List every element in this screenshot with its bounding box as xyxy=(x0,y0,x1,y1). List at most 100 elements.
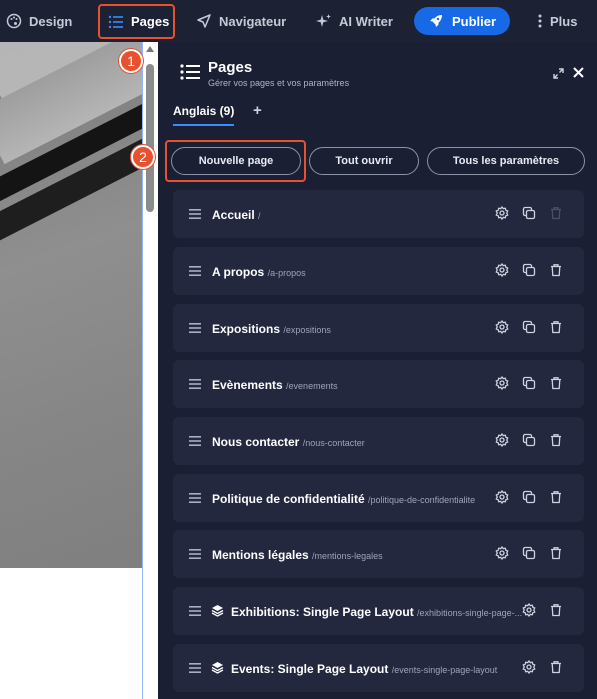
drag-handle-icon[interactable] xyxy=(189,379,201,389)
navigation-arrow-icon xyxy=(197,14,211,28)
drag-handle-icon[interactable] xyxy=(189,323,201,333)
settings-icon[interactable] xyxy=(495,263,509,277)
page-name: Exhibitions: Single Page Layout xyxy=(231,605,414,619)
step-badge-1: 1 xyxy=(119,49,143,73)
page-row[interactable]: Expositions /expositions xyxy=(173,304,584,352)
vertical-dots-icon xyxy=(538,14,542,28)
page-title[interactable]: Politique de confidentialité /politique-… xyxy=(212,492,475,506)
settings-icon[interactable] xyxy=(495,433,509,447)
duplicate-icon[interactable] xyxy=(522,433,536,447)
pages-panel: Pages Gérer vos pages et vos paramètres … xyxy=(158,42,597,699)
settings-icon[interactable] xyxy=(522,603,536,617)
trash-icon[interactable] xyxy=(549,490,563,504)
page-name: Accueil xyxy=(212,208,255,222)
rocket-icon xyxy=(429,15,442,27)
add-language-button[interactable]: + xyxy=(253,102,262,119)
page-slug: /a-propos xyxy=(267,268,306,278)
hero-image xyxy=(0,42,143,568)
page-row[interactable]: A propos /a-propos xyxy=(173,247,584,295)
settings-icon[interactable] xyxy=(495,490,509,504)
palette-icon xyxy=(6,13,22,29)
page-row[interactable]: Accueil / xyxy=(173,190,584,238)
drag-handle-icon[interactable] xyxy=(189,663,201,673)
page-slug: /events-single-page-layout xyxy=(391,665,498,675)
close-icon[interactable] xyxy=(572,66,585,79)
trash-icon[interactable] xyxy=(549,320,563,334)
navigator-menu[interactable]: Navigateur xyxy=(196,0,286,42)
page-title[interactable]: A propos /a-propos xyxy=(212,265,306,279)
settings-icon[interactable] xyxy=(495,320,509,334)
page-title[interactable]: Events: Single Page Layout /events-singl… xyxy=(231,662,497,676)
list-icon xyxy=(108,15,123,28)
ai-writer-label: AI Writer xyxy=(339,13,393,29)
tab-language-english[interactable]: Anglais (9) xyxy=(173,104,235,126)
page-title[interactable]: Accueil / xyxy=(212,208,261,222)
more-menu[interactable]: Plus xyxy=(537,0,577,42)
new-page-button[interactable]: Nouvelle page xyxy=(171,147,301,175)
scroll-up-arrow-icon[interactable] xyxy=(146,46,154,52)
list-icon xyxy=(180,64,200,80)
pages-label: Pages xyxy=(131,14,170,29)
settings-icon[interactable] xyxy=(522,660,536,674)
page-row[interactable]: Exhibitions: Single Page Layout /exhibit… xyxy=(173,587,584,635)
pages-menu[interactable]: Pages xyxy=(98,4,175,39)
duplicate-icon[interactable] xyxy=(522,546,536,560)
duplicate-icon[interactable] xyxy=(522,320,536,334)
page-title[interactable]: Expositions /expositions xyxy=(212,322,331,336)
settings-icon[interactable] xyxy=(495,376,509,390)
drag-handle-icon[interactable] xyxy=(189,209,201,219)
trash-icon[interactable] xyxy=(549,433,563,447)
drag-handle-icon[interactable] xyxy=(189,436,201,446)
publish-label: Publier xyxy=(451,13,497,29)
duplicate-icon[interactable] xyxy=(522,263,536,277)
duplicate-icon[interactable] xyxy=(522,490,536,504)
trash-icon[interactable] xyxy=(549,546,563,560)
page-name: Expositions xyxy=(212,322,281,336)
design-menu[interactable]: Design xyxy=(6,0,72,42)
page-title[interactable]: Exhibitions: Single Page Layout /exhibit… xyxy=(231,605,522,619)
page-row[interactable]: Events: Single Page Layout /events-singl… xyxy=(173,644,584,692)
page-title[interactable]: Nous contacter /nous-contacter xyxy=(212,435,365,449)
settings-icon[interactable] xyxy=(495,206,509,220)
page-row[interactable]: Mentions légales /mentions-legales xyxy=(173,530,584,578)
page-slug: /nous-contacter xyxy=(302,438,365,448)
page-name: Events: Single Page Layout xyxy=(231,662,389,676)
page-slug: /mentions-legales xyxy=(312,551,383,561)
page-name: Evènements xyxy=(212,378,283,392)
layers-icon xyxy=(211,662,224,674)
page-slug: / xyxy=(258,211,261,221)
publish-button[interactable]: Publier xyxy=(414,7,510,35)
page-slug: /politique-de-confidentialite xyxy=(368,495,476,505)
page-title[interactable]: Evènements /evenements xyxy=(212,378,338,392)
top-toolbar: Design Pages Navigateur AI Writer Publie… xyxy=(0,0,597,42)
page-row[interactable]: Nous contacter /nous-contacter xyxy=(173,417,584,465)
drag-handle-icon[interactable] xyxy=(189,549,201,559)
open-all-button[interactable]: Tout ouvrir xyxy=(309,147,419,175)
all-settings-button[interactable]: Tous les paramètres xyxy=(427,147,585,175)
trash-icon[interactable] xyxy=(549,660,563,674)
ai-writer-menu[interactable]: AI Writer xyxy=(315,0,393,42)
step-badge-2: 2 xyxy=(131,145,155,169)
drag-handle-icon[interactable] xyxy=(189,606,201,616)
page-name: Mentions légales xyxy=(212,548,309,562)
page-title[interactable]: Mentions légales /mentions-legales xyxy=(212,548,383,562)
expand-icon[interactable] xyxy=(553,68,564,79)
drag-handle-icon[interactable] xyxy=(189,493,201,503)
page-slug: /expositions xyxy=(283,325,331,335)
settings-icon[interactable] xyxy=(495,546,509,560)
trash-icon[interactable] xyxy=(549,376,563,390)
page-slug: /evenements xyxy=(286,381,338,391)
page-row[interactable]: Evènements /evenements xyxy=(173,360,584,408)
duplicate-icon[interactable] xyxy=(522,376,536,390)
page-row[interactable]: Politique de confidentialité /politique-… xyxy=(173,474,584,522)
design-label: Design xyxy=(29,13,73,29)
canvas-scroll-thumb[interactable] xyxy=(146,64,154,212)
panel-subtitle: Gérer vos pages et vos paramètres xyxy=(208,78,350,88)
drag-handle-icon[interactable] xyxy=(189,266,201,276)
trash-icon[interactable] xyxy=(549,263,563,277)
trash-icon[interactable] xyxy=(549,603,563,617)
page-slug: /exhibitions-single-page-... xyxy=(417,608,523,618)
editor-canvas[interactable] xyxy=(0,42,158,699)
duplicate-icon[interactable] xyxy=(522,206,536,220)
more-label: Plus xyxy=(550,13,578,29)
